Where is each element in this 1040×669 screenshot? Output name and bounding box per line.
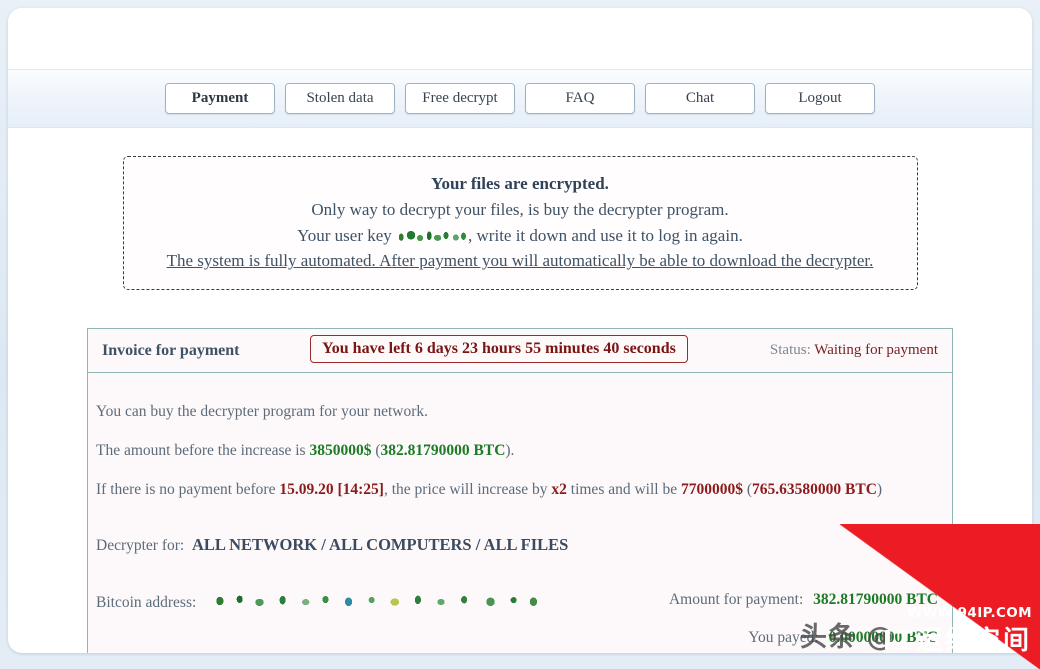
- warning-decrypt-info: Only way to decrypt your files, is buy t…: [311, 199, 729, 219]
- watermark-brand: IT运维空间: [882, 626, 1032, 656]
- price-usd: 3850000$: [309, 442, 372, 460]
- amount-for-payment-label: Amount for payment:: [668, 590, 804, 608]
- warning-user-key-line: Your user key , write it down and use it…: [134, 223, 907, 249]
- decrypter-label: Decrypter for:: [96, 536, 185, 554]
- nav-tab-stolen-data[interactable]: Stolen data: [285, 83, 395, 114]
- countdown-timer: You have left 6 days 23 hours 55 minutes…: [310, 335, 688, 364]
- invoice-title: Invoice for payment: [102, 341, 240, 359]
- page-header: [8, 8, 1032, 70]
- bitcoin-address-redaction[interactable]: [210, 593, 541, 608]
- price-prefix: The amount before the increase is: [96, 442, 306, 460]
- invoice-intro: You can buy the decrypter program for yo…: [96, 403, 429, 421]
- increase-paren-close: ): [876, 480, 883, 498]
- warning-section: Your files are encrypted. Only way to de…: [8, 128, 1032, 291]
- increased-price-usd: 7700000$: [680, 480, 743, 498]
- status-value: Waiting for payment: [814, 342, 938, 359]
- invoice-current-price: The amount before the increase is 385000…: [96, 432, 944, 471]
- invoice-price-increase: If there is no payment before 15.09.20 […: [96, 471, 944, 510]
- user-key-redaction: [397, 229, 468, 243]
- watermark-url: WWW.94IP.COM: [907, 605, 1032, 621]
- invoice-decrypter-scope-row: Decrypter for: ALL NETWORK / ALL COMPUTE…: [96, 510, 944, 566]
- nav-tab-free-decrypt[interactable]: Free decrypt: [405, 83, 515, 114]
- user-key-suffix: , write it down and use it to log in aga…: [468, 225, 743, 245]
- invoice-header: Invoice for payment You have left 6 days…: [88, 329, 952, 374]
- decrypter-scope: ALL NETWORK / ALL COMPUTERS / ALL FILES: [191, 534, 569, 554]
- status-badge: Status: Waiting for payment: [770, 342, 938, 359]
- price-paren-close: ).: [505, 442, 515, 460]
- nav-tab-payment[interactable]: Payment: [165, 83, 275, 114]
- invoice-body: You can buy the decrypter program for yo…: [88, 373, 952, 653]
- main-navigation: Payment Stolen data Free decrypt FAQ Cha…: [8, 70, 1032, 128]
- bitcoin-address-label: Bitcoin address:: [96, 593, 197, 611]
- encryption-warning-box: Your files are encrypted. Only way to de…: [122, 156, 918, 291]
- price-btc: 382.81790000 BTC: [380, 442, 506, 460]
- price-multiplier: x2: [551, 480, 567, 498]
- ransomware-payment-page: Payment Stolen data Free decrypt FAQ Cha…: [0, 0, 1040, 669]
- status-label: Status:: [769, 342, 811, 359]
- nav-tab-logout[interactable]: Logout: [765, 83, 875, 114]
- increase-prefix: If there is no payment before: [96, 480, 276, 498]
- warning-automation-note: The system is fully automated. After pay…: [166, 251, 874, 271]
- deadline-date: 15.09.20 [14:25]: [279, 480, 384, 498]
- user-key-prefix: Your user key: [297, 225, 392, 245]
- increased-price-btc: 765.63580000 BTC: [752, 480, 877, 498]
- warning-headline: Your files are encrypted.: [431, 174, 609, 193]
- nav-tab-chat[interactable]: Chat: [645, 83, 755, 114]
- nav-tab-faq[interactable]: FAQ: [525, 83, 635, 114]
- invoice-panel: Invoice for payment You have left 6 days…: [87, 328, 953, 653]
- increase-mid: , the price will increase by: [383, 480, 548, 498]
- increase-mid2: times and will be: [570, 480, 678, 498]
